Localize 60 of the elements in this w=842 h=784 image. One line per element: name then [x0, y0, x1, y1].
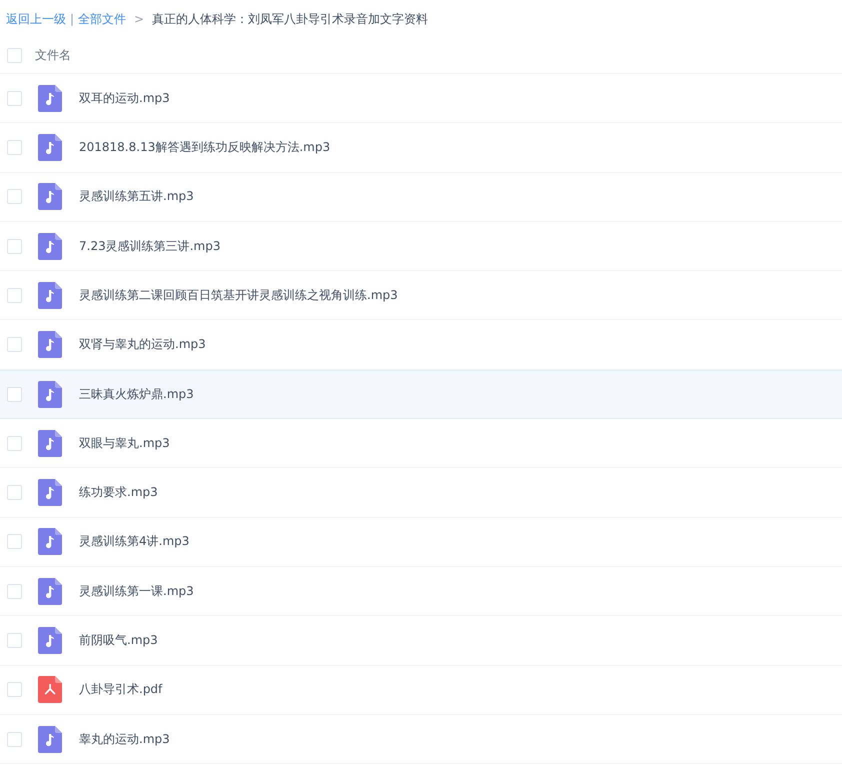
row-checkbox[interactable] [7, 288, 22, 303]
file-name[interactable]: 灵感训练第二课回顾百日筑基开讲灵感训练之视角训练.mp3 [79, 286, 398, 304]
row-checkbox[interactable] [7, 386, 22, 402]
row-checkbox[interactable] [7, 90, 22, 106]
file-name[interactable]: 灵感训练第一课.mp3 [79, 582, 194, 600]
music-file-icon [38, 528, 62, 556]
select-all-checkbox[interactable] [7, 48, 22, 63]
row-checkbox[interactable] [7, 485, 22, 500]
music-file-icon [38, 430, 62, 457]
file-row[interactable]: 灵感训练第五讲.mp3 [0, 172, 842, 222]
file-row[interactable]: 双耳的运动.mp3 [0, 74, 842, 124]
row-checkbox[interactable] [7, 632, 22, 648]
file-name[interactable]: 睾丸的运动.mp3 [79, 730, 170, 748]
row-checkbox[interactable] [7, 337, 22, 352]
row-checkbox[interactable] [7, 682, 22, 698]
music-file-icon [38, 479, 62, 506]
music-file-icon [38, 282, 62, 309]
file-row[interactable]: 7.23灵感训练第三讲.mp3 [0, 222, 842, 272]
pdf-file-icon [38, 676, 62, 704]
file-name[interactable]: 灵感训练第五讲.mp3 [79, 188, 194, 206]
breadcrumb-arrow: > [134, 12, 144, 26]
column-header: 文件名 [35, 47, 71, 64]
file-name[interactable]: 前阴吸气.mp3 [79, 632, 158, 649]
row-checkbox[interactable] [7, 140, 22, 155]
music-file-icon [38, 84, 62, 112]
file-row[interactable]: 双眼与睾丸.mp3 [0, 419, 842, 468]
music-file-icon [38, 232, 62, 260]
file-name[interactable]: 灵感训练第4讲.mp3 [79, 533, 190, 550]
file-row[interactable]: 八卦导引术.pdf [0, 666, 842, 715]
current-folder: 真正的人体科学：刘凤军八卦导引术录音加文字资料 [152, 10, 428, 28]
music-file-icon [38, 134, 62, 161]
row-checkbox[interactable] [7, 732, 22, 746]
music-file-icon [38, 331, 62, 358]
file-name[interactable]: 三昧真火炼炉鼎.mp3 [79, 386, 194, 403]
row-checkbox[interactable] [7, 584, 22, 599]
file-row[interactable]: 练功要求.mp3 [0, 468, 842, 518]
file-row[interactable]: 睾丸的运动.mp3 [0, 714, 842, 764]
row-checkbox[interactable] [7, 534, 22, 550]
file-name[interactable]: 双肾与睾丸的运动.mp3 [79, 336, 206, 354]
file-name[interactable]: 双耳的运动.mp3 [79, 90, 170, 107]
file-row[interactable]: 灵感训练第二课回顾百日筑基开讲灵感训练之视角训练.mp3 [0, 271, 842, 320]
music-file-icon [38, 183, 62, 210]
row-checkbox[interactable] [7, 238, 22, 254]
music-file-icon [38, 380, 62, 408]
file-row[interactable]: 三昧真火炼炉鼎.mp3 [0, 370, 842, 420]
file-name[interactable]: 7.23灵感训练第三讲.mp3 [79, 238, 220, 255]
file-name[interactable]: 双眼与睾丸.mp3 [79, 434, 170, 452]
file-name[interactable]: 练功要求.mp3 [79, 484, 158, 502]
music-file-icon [38, 626, 62, 654]
file-row[interactable]: 201818.8.13解答遇到练功反映解决方法.mp3 [0, 123, 842, 173]
separator: | [70, 12, 74, 26]
file-name[interactable]: 201818.8.13解答遇到练功反映解决方法.mp3 [79, 138, 330, 156]
file-row[interactable]: 灵感训练第一课.mp3 [0, 566, 842, 616]
music-file-icon [38, 578, 62, 605]
row-checkbox[interactable] [7, 189, 22, 204]
file-row[interactable]: 灵感训练第4讲.mp3 [0, 518, 842, 567]
file-row[interactable]: 前阴吸气.mp3 [0, 616, 842, 666]
file-name[interactable]: 八卦导引术.pdf [79, 681, 162, 698]
row-checkbox[interactable] [7, 436, 22, 451]
music-file-icon [38, 726, 62, 752]
